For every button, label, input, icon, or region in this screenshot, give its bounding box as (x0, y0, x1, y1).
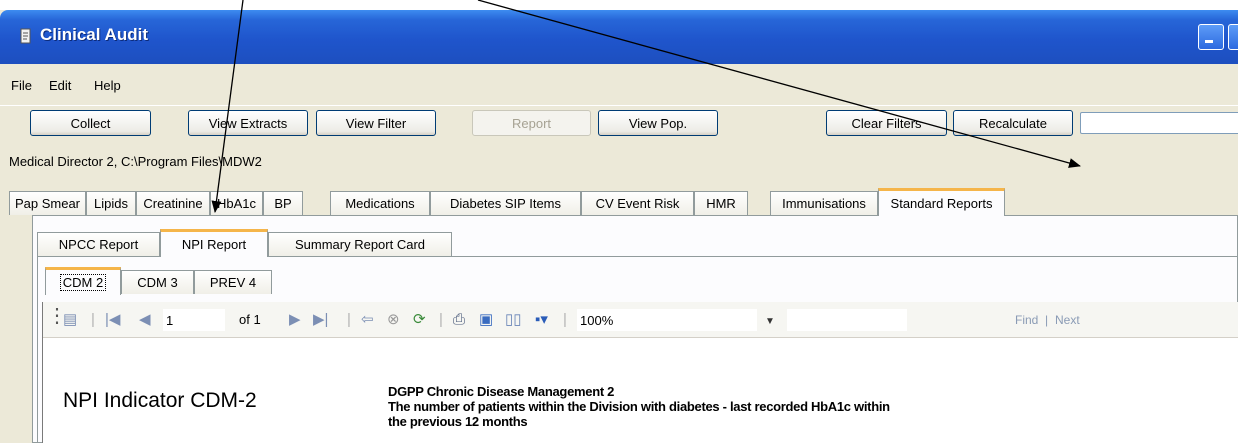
export-save-icon[interactable]: ▪▾ (535, 312, 548, 328)
tab-label: Lipids (94, 196, 128, 211)
recalculate-button[interactable]: Recalculate (953, 110, 1073, 136)
tab-npcc-report[interactable]: NPCC Report (37, 232, 160, 256)
zoom-select[interactable]: 100% (577, 309, 757, 331)
separator-icon: | (347, 311, 351, 328)
tab-label: CV Event Risk (595, 196, 680, 211)
title-bar[interactable]: Clinical Audit (0, 10, 1238, 64)
window-title: Clinical Audit (40, 25, 148, 44)
tab-summary-report-card[interactable]: Summary Report Card (268, 232, 452, 256)
tab-prev-4[interactable]: PREV 4 (194, 270, 272, 294)
tab-creatinine[interactable]: Creatinine (136, 191, 210, 215)
view-filter-button[interactable]: View Filter (316, 110, 436, 136)
progress-bar (1080, 112, 1238, 134)
report-viewer: ⋮ ▤ | |◀ ◀ 1 of 1 ▶ ▶| | ⇦ ⊗ ⟳ | ⎙ ▣ ▯▯ … (42, 302, 1238, 443)
separator-icon: | (439, 311, 443, 328)
page-setup-icon[interactable]: ▯▯ (505, 312, 522, 328)
tab-label: PREV 4 (209, 275, 257, 290)
print-layout-icon[interactable]: ▣ (479, 312, 493, 328)
print-icon[interactable]: ⎙ (453, 312, 465, 328)
document-map-icon[interactable]: ▤ (63, 312, 77, 328)
report-line-1: DGPP Chronic Disease Management 2 (388, 384, 615, 399)
tab-label: Standard Reports (890, 196, 993, 211)
report-description: DGPP Chronic Disease Management 2 The nu… (388, 384, 890, 429)
last-page-icon[interactable]: ▶| (313, 312, 328, 328)
minimize-button[interactable] (1198, 24, 1224, 50)
find-link[interactable]: Find (1015, 313, 1038, 327)
collect-button[interactable]: Collect (30, 110, 151, 136)
menu-file[interactable]: File (11, 78, 32, 93)
find-separator: | (1045, 313, 1049, 327)
viewer-toolbar: ⋮ ▤ | |◀ ◀ 1 of 1 ▶ ▶| | ⇦ ⊗ ⟳ | ⎙ ▣ ▯▯ … (43, 302, 1238, 338)
tab-label: Diabetes SIP Items (449, 196, 562, 211)
tab-hba1c[interactable]: HbA1c (210, 191, 263, 215)
minimize-icon (1205, 40, 1213, 43)
tab-medications[interactable]: Medications (330, 191, 430, 215)
first-page-icon[interactable]: |◀ (105, 312, 120, 328)
view-extracts-button[interactable]: View Extracts (188, 110, 308, 136)
clear-filters-button[interactable]: Clear Filters (826, 110, 947, 136)
menu-bar: File Edit Help (0, 64, 1238, 106)
page-number-input[interactable]: 1 (163, 309, 225, 331)
zoom-value: 100% (580, 313, 614, 328)
tab-label: NPI Report (181, 237, 247, 252)
tab-immunisations[interactable]: Immunisations (770, 191, 878, 215)
refresh-icon[interactable]: ⟳ (413, 312, 426, 328)
find-input[interactable] (787, 309, 907, 331)
maximize-button[interactable] (1228, 24, 1238, 50)
tab-label: BP (274, 196, 292, 211)
previous-page-icon[interactable]: ◀ (139, 312, 151, 328)
tab-npi-report[interactable]: NPI Report (160, 229, 268, 257)
tab-label: Pap Smear (14, 196, 81, 211)
tab-lipids[interactable]: Lipids (86, 191, 136, 215)
app-icon (20, 28, 31, 44)
tab-pap-smear[interactable]: Pap Smear (9, 191, 86, 215)
tab-hmr[interactable]: HMR (694, 191, 748, 215)
tab-label: CDM 2 (59, 274, 107, 291)
next-link[interactable]: Next (1055, 313, 1080, 327)
tab-cdm-2[interactable]: CDM 2 (45, 267, 121, 295)
back-icon[interactable]: ⇦ (361, 312, 374, 328)
tab-diabetes-sip-items[interactable]: Diabetes SIP Items (430, 191, 581, 215)
data-source-label: Medical Director 2, C:\Program Files\MDW… (9, 154, 262, 169)
menu-help[interactable]: Help (94, 78, 121, 93)
next-page-icon[interactable]: ▶ (289, 312, 301, 328)
tab-label: HMR (706, 196, 736, 211)
page-count-label: of 1 (239, 312, 261, 327)
tab-label: Creatinine (143, 196, 203, 211)
tab-label: Medications (345, 196, 415, 211)
report-button[interactable]: Report (472, 110, 591, 136)
tab-cv-event-risk[interactable]: CV Event Risk (581, 191, 694, 215)
tab-label: Summary Report Card (294, 237, 426, 252)
chevron-down-icon[interactable]: ▼ (765, 314, 775, 330)
tab-label: CDM 3 (137, 275, 178, 290)
report-line-3: the previous 12 months (388, 414, 528, 429)
separator-icon: | (563, 311, 567, 328)
tab-label: Immunisations (782, 196, 866, 211)
tab-cdm-3[interactable]: CDM 3 (121, 270, 194, 294)
tab-bp[interactable]: BP (263, 191, 303, 215)
tab-label: HbA1c (216, 196, 257, 211)
menu-edit[interactable]: Edit (49, 78, 71, 93)
stop-icon[interactable]: ⊗ (387, 312, 400, 328)
tab-label: NPCC Report (58, 237, 139, 252)
view-pop-button[interactable]: View Pop. (598, 110, 718, 136)
separator-icon: | (91, 311, 95, 328)
tab-standard-reports[interactable]: Standard Reports (878, 188, 1005, 216)
report-line-2: The number of patients within the Divisi… (388, 399, 890, 414)
report-title: NPI Indicator CDM-2 (63, 389, 257, 412)
